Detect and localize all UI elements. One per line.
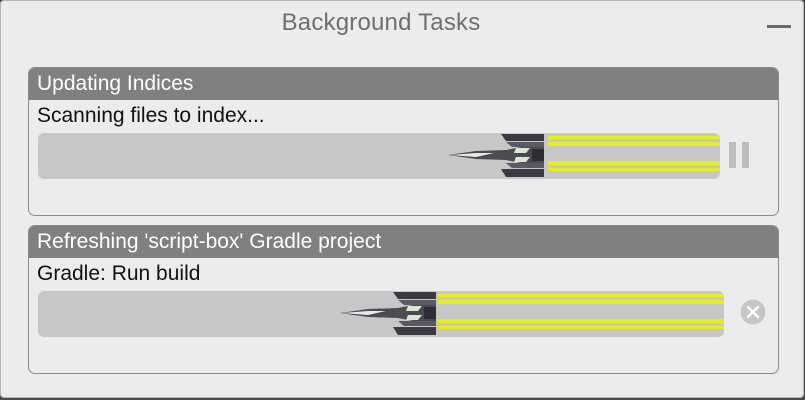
progress-bar [38, 133, 720, 179]
task-header: Refreshing 'script-box' Gradle project [29, 226, 778, 258]
pause-icon [729, 142, 736, 168]
background-tasks-window: Background Tasks Updating Indices Scanni… [0, 0, 804, 398]
spaceship-progress-icon [448, 134, 720, 177]
pause-button[interactable] [729, 140, 751, 170]
minimize-button[interactable] [767, 25, 791, 28]
window-title: Background Tasks [281, 9, 481, 36]
task-header: Updating Indices [29, 68, 778, 100]
task-panel-updating-indices: Updating Indices Scanning files to index… [28, 67, 779, 216]
task-status: Scanning files to index... [37, 104, 265, 127]
cancel-icon [740, 299, 766, 325]
cancel-button[interactable] [740, 299, 766, 325]
task-status: Gradle: Run build [37, 262, 201, 285]
progress-bar [38, 291, 724, 337]
task-panel-gradle-refresh: Refreshing 'script-box' Gradle project G… [28, 225, 779, 374]
spaceship-progress-icon [340, 292, 724, 335]
